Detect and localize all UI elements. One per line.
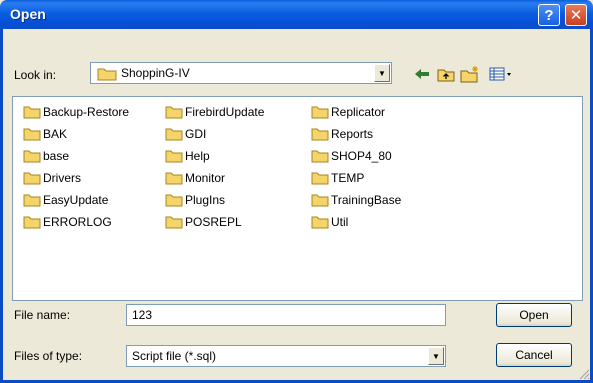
folder-item[interactable]: SHOP4_80 <box>311 148 392 164</box>
folder-icon <box>23 216 41 229</box>
folder-label: FirebirdUpdate <box>185 105 265 119</box>
file-list[interactable]: Backup-Restore BAK base Drivers EasyUpdate ER… <box>12 96 583 301</box>
folder-label: EasyUpdate <box>43 193 109 207</box>
look-in-value: ShoppinG-IV <box>121 66 190 80</box>
new-folder-icon[interactable] <box>460 64 480 84</box>
help-button[interactable]: ? <box>538 4 560 26</box>
folder-label: ERRORLOG <box>43 215 112 229</box>
folder-label: GDI <box>185 127 207 141</box>
folder-icon <box>23 150 41 163</box>
file-name-value: 123 <box>132 308 153 322</box>
resize-grip-icon[interactable] <box>578 368 590 380</box>
folder-item[interactable]: PlugIns <box>165 192 225 208</box>
view-menu-icon[interactable] <box>488 64 514 84</box>
title-bar[interactable]: Open ? ✕ <box>0 0 593 29</box>
cancel-button[interactable]: Cancel <box>496 343 572 367</box>
folder-icon <box>23 106 41 119</box>
window-frame-left <box>0 29 3 383</box>
folder-item[interactable]: ERRORLOG <box>23 214 112 230</box>
folder-label: Monitor <box>185 171 226 185</box>
folder-item[interactable]: Help <box>165 148 210 164</box>
folder-item[interactable]: Backup-Restore <box>23 104 129 120</box>
folder-label: SHOP4_80 <box>331 149 392 163</box>
folder-label: Reports <box>331 127 374 141</box>
folder-item[interactable]: Replicator <box>311 104 385 120</box>
folder-icon <box>311 106 329 119</box>
folder-icon <box>311 194 329 207</box>
folder-item[interactable]: POSREPL <box>165 214 242 230</box>
close-button[interactable]: ✕ <box>565 4 587 26</box>
folder-icon <box>311 128 329 141</box>
window-title: Open <box>10 6 46 22</box>
folder-icon <box>165 194 183 207</box>
look-in-dropdown-button[interactable]: ▼ <box>374 64 390 82</box>
folder-label: Help <box>185 149 210 163</box>
folder-icon <box>97 68 117 81</box>
folder-item[interactable]: Drivers <box>23 170 81 186</box>
folder-item[interactable]: FirebirdUpdate <box>165 104 264 120</box>
folder-item[interactable]: TrainingBase <box>311 192 401 208</box>
folder-item[interactable]: GDI <box>165 126 206 142</box>
look-in-label: Look in: <box>14 68 57 82</box>
look-in-combo[interactable]: ShoppinG-IV ▼ <box>90 62 392 84</box>
folder-icon <box>23 172 41 185</box>
folder-label: base <box>43 149 70 163</box>
folder-label: POSREPL <box>185 215 242 229</box>
folder-item[interactable]: Util <box>311 214 348 230</box>
folder-label: Drivers <box>43 171 81 185</box>
folder-item[interactable]: TEMP <box>311 170 364 186</box>
file-type-select[interactable]: Script file (*.sql) ▼ <box>126 345 446 367</box>
folder-icon <box>23 128 41 141</box>
folder-icon <box>165 172 183 185</box>
folder-label: PlugIns <box>185 193 226 207</box>
folder-label: Util <box>331 215 349 229</box>
folder-item[interactable]: Reports <box>311 126 373 142</box>
up-folder-icon[interactable] <box>436 64 456 84</box>
folder-icon <box>311 216 329 229</box>
open-button[interactable]: Open <box>496 303 572 327</box>
folder-item[interactable]: base <box>23 148 69 164</box>
folder-icon <box>165 150 183 163</box>
folder-label: BAK <box>43 127 68 141</box>
folder-icon <box>165 216 183 229</box>
folder-icon <box>165 106 183 119</box>
file-type-dropdown-button[interactable]: ▼ <box>428 347 444 365</box>
folder-item[interactable]: BAK <box>23 126 67 142</box>
file-name-label: File name: <box>14 308 71 322</box>
folder-label: TrainingBase <box>331 193 402 207</box>
file-type-value: Script file (*.sql) <box>132 349 217 363</box>
folder-item[interactable]: Monitor <box>165 170 225 186</box>
file-name-input[interactable]: 123 <box>126 304 446 326</box>
folder-label: Backup-Restore <box>43 105 130 119</box>
folder-icon <box>23 194 41 207</box>
folder-label: Replicator <box>331 105 386 119</box>
folder-icon <box>165 128 183 141</box>
back-icon[interactable] <box>412 64 432 84</box>
folder-icon <box>311 150 329 163</box>
folder-icon <box>311 172 329 185</box>
file-type-label: Files of type: <box>14 349 83 363</box>
folder-label: TEMP <box>331 171 365 185</box>
folder-item[interactable]: EasyUpdate <box>23 192 108 208</box>
